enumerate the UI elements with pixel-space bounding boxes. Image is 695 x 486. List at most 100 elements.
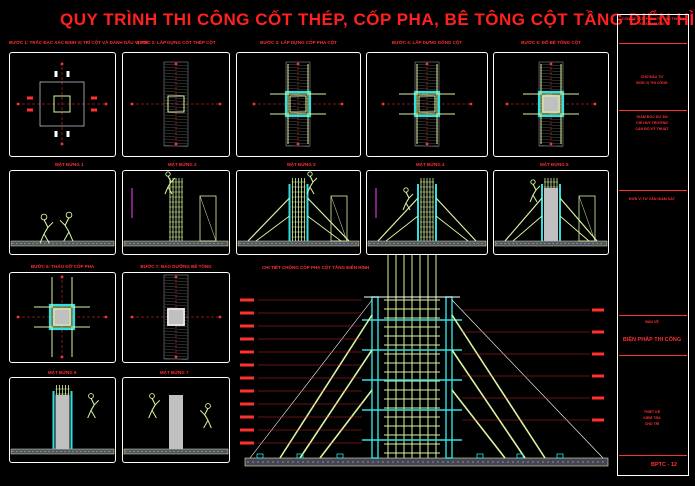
slab-dot (441, 243, 443, 244)
slab-dot (547, 461, 549, 463)
floor-slab (10, 240, 115, 247)
slab-dot (536, 243, 538, 244)
slab-dot (377, 243, 379, 244)
slab-dot (239, 243, 241, 244)
slab-dot (28, 243, 30, 244)
axis-bubble (296, 62, 300, 66)
slab-dot (181, 451, 183, 452)
detail-prop (319, 389, 373, 459)
slab-dot (552, 461, 554, 463)
axis-bubble (296, 142, 300, 146)
worker-head (205, 403, 211, 409)
worker-arm (59, 219, 66, 226)
tb-divider (619, 43, 687, 44)
slab-dot (481, 243, 483, 244)
leader-text (240, 415, 254, 419)
slab-dot (153, 243, 155, 244)
axis-bubble (218, 315, 222, 319)
leader-text (240, 298, 254, 302)
column-concrete (544, 188, 558, 241)
slab-dot (36, 451, 38, 452)
slab-dot (402, 461, 404, 463)
axis-bubble (549, 62, 553, 66)
slab-dot (189, 243, 191, 244)
slab-dot (185, 243, 187, 244)
slab-dot (252, 461, 254, 463)
slab-dot (243, 243, 245, 244)
tb-checker: KIỂM TRA (643, 416, 661, 420)
slab-dot (327, 243, 329, 244)
worker-head (530, 179, 536, 185)
slab-dot (335, 243, 337, 244)
slab-dot (473, 243, 475, 244)
worker-head (65, 211, 73, 219)
tb-engineer: CÁN BỘ KỸ THUẬT (635, 127, 669, 131)
slab-dot (267, 461, 269, 463)
slab-dot (149, 243, 151, 244)
slab-dot (587, 461, 589, 463)
slab-dot (373, 243, 375, 244)
hatch-line (285, 69, 311, 73)
slab-dot (437, 461, 439, 463)
slab-dot (537, 461, 539, 463)
slab-dot (157, 243, 159, 244)
slab-dot (552, 243, 554, 244)
slab-dot (125, 243, 127, 244)
hatch-line (163, 297, 189, 301)
slab-dot (12, 243, 14, 244)
axis-bubble (60, 62, 64, 66)
prop-brace (247, 197, 290, 242)
slab-dot (145, 243, 147, 244)
slab-dot (532, 243, 534, 244)
worker-arm (93, 400, 100, 406)
slab-dot (40, 451, 42, 452)
worker-leg (148, 410, 153, 419)
slab-dot (392, 461, 394, 463)
slab-dot (48, 243, 50, 244)
slab-dot (319, 243, 321, 244)
slab-dot (104, 451, 106, 452)
tb-site-manager: CHỈ HUY TRƯỞNG (636, 121, 668, 125)
slab-dot (149, 451, 151, 452)
slab-dot (602, 461, 604, 463)
slab-dot (24, 451, 26, 452)
slab-dot (520, 243, 522, 244)
worker-body (64, 217, 70, 233)
slab-dot (60, 451, 62, 452)
slab-dot (88, 451, 90, 452)
slab-dot (32, 451, 34, 452)
slab-dot (217, 243, 219, 244)
slab-dot (317, 461, 319, 463)
slab-dot (277, 461, 279, 463)
hatch-line (163, 129, 189, 133)
slab-dot (472, 461, 474, 463)
slab-dot (584, 243, 586, 244)
slab-dot (141, 243, 143, 244)
worker-leg (90, 410, 96, 419)
leader-text (240, 324, 254, 328)
leader-text (592, 374, 604, 378)
survey-mark (54, 71, 58, 77)
tb-sheet-number: BPTC - 12 (651, 462, 677, 468)
slab-dot (500, 243, 502, 244)
slab-dot (96, 243, 98, 244)
hatch-line (538, 84, 564, 88)
slab-dot (347, 461, 349, 463)
elevation-view (10, 211, 115, 247)
slab-dot (327, 461, 329, 463)
slab-dot (542, 461, 544, 463)
slab-dot (413, 243, 415, 244)
slab-dot (385, 243, 387, 244)
axis-bubble (60, 142, 64, 146)
slab-dot (417, 243, 419, 244)
worker-leg (87, 410, 92, 419)
slab-dot (108, 451, 110, 452)
axis-bubble (549, 142, 553, 146)
slab-dot (544, 243, 546, 244)
column-formwork-detail (240, 255, 609, 467)
floor-slab (494, 240, 608, 247)
slab-dot (209, 243, 211, 244)
survey-mark (91, 108, 97, 112)
axis-bubble (174, 62, 178, 66)
slab-dot (287, 243, 289, 244)
